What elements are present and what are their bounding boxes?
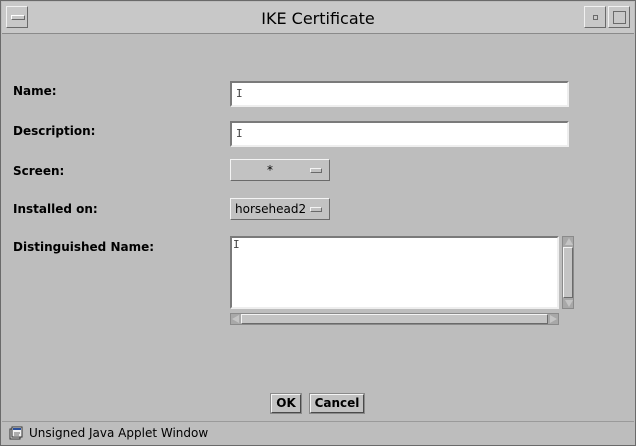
- distinguished-name-textarea[interactable]: I: [230, 236, 559, 309]
- screen-selected-value: *: [267, 163, 273, 177]
- screen-dropdown[interactable]: *: [230, 159, 330, 181]
- text-cursor-icon: I: [236, 87, 243, 100]
- distinguished-name-label: Distinguished Name:: [13, 240, 155, 254]
- cancel-button[interactable]: Cancel: [309, 393, 365, 414]
- name-field[interactable]: I: [230, 81, 569, 107]
- status-bar: Unsigned Java Applet Window: [2, 421, 634, 445]
- vertical-scroll-thumb[interactable]: [563, 247, 573, 298]
- screen-label: Screen:: [13, 164, 65, 178]
- dropdown-indicator-icon: [310, 207, 322, 212]
- installed-on-selected-value: horsehead2: [235, 202, 307, 216]
- maximize-icon[interactable]: [608, 6, 630, 28]
- horizontal-scrollbar[interactable]: [230, 313, 559, 325]
- vertical-scrollbar[interactable]: [562, 236, 574, 309]
- description-label: Description:: [13, 124, 96, 138]
- name-label: Name:: [13, 84, 57, 98]
- dropdown-indicator-icon: [310, 168, 322, 173]
- status-text: Unsigned Java Applet Window: [29, 426, 209, 440]
- scroll-right-icon[interactable]: [550, 315, 557, 323]
- scroll-up-icon[interactable]: [565, 238, 573, 245]
- applet-warning-icon: [9, 426, 23, 440]
- installed-on-label: Installed on:: [13, 202, 98, 216]
- text-cursor-icon: I: [236, 127, 243, 140]
- scroll-left-icon[interactable]: [232, 315, 239, 323]
- scroll-down-icon[interactable]: [565, 300, 573, 307]
- text-cursor-icon: I: [233, 238, 240, 251]
- minimize-icon[interactable]: [584, 6, 606, 28]
- title-bar[interactable]: IKE Certificate: [2, 2, 634, 34]
- ike-certificate-window: IKE Certificate Name: I Description: I S…: [0, 0, 636, 446]
- horizontal-scroll-thumb[interactable]: [241, 314, 548, 324]
- installed-on-dropdown[interactable]: horsehead2: [230, 198, 330, 220]
- ok-button[interactable]: OK: [270, 393, 302, 414]
- window-title: IKE Certificate: [261, 9, 375, 28]
- description-field[interactable]: I: [230, 121, 569, 147]
